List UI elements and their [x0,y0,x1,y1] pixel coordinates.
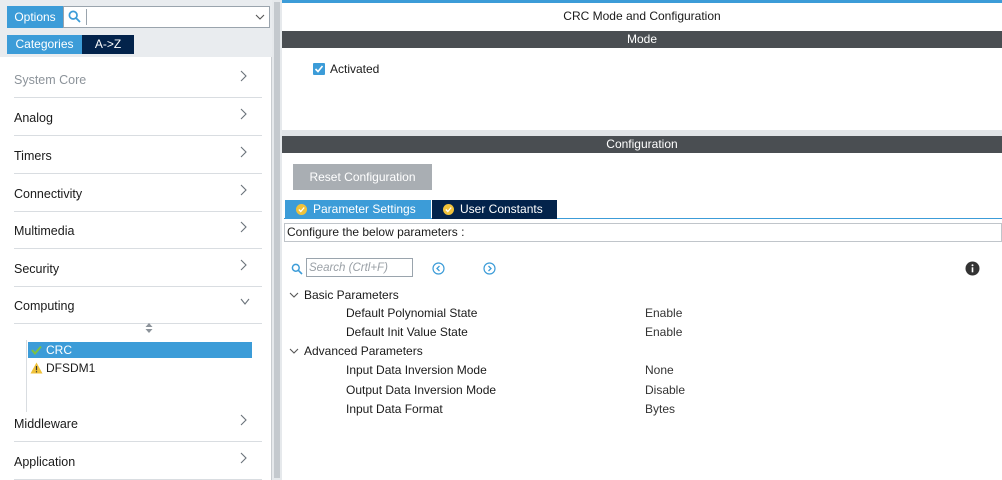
sort-icon[interactable] [144,322,154,334]
search-separator [86,9,87,25]
category-middleware[interactable]: Middleware [14,404,262,442]
left-scrollbar[interactable] [272,0,282,480]
category-label: Analog [14,111,53,125]
parameter-value[interactable]: Disable [645,382,685,398]
tab-label: User Constants [460,202,543,216]
search-input[interactable] [89,8,239,26]
category-multimedia[interactable]: Multimedia [14,211,262,249]
check-icon [314,65,324,73]
parameter-row[interactable]: Output Data Inversion Mode Disable [346,382,946,398]
check-icon [31,345,42,355]
chevron-right-icon [240,108,250,122]
chevron-down-icon [289,348,299,354]
status-ok-icon [443,204,454,215]
parameter-row[interactable]: Default Init Value State Enable [346,324,946,340]
tab-categories[interactable]: Categories [7,35,82,54]
group-label: Basic Parameters [304,288,399,302]
category-label: Timers [14,149,52,163]
parameter-value[interactable]: Enable [645,324,682,340]
parameter-name: Output Data Inversion Mode [346,383,497,397]
categories-panel: Options Categories A->Z System Core Anal… [0,0,272,480]
chevron-down-icon[interactable] [255,12,265,22]
chevron-right-icon [240,70,250,84]
category-connectivity[interactable]: Connectivity [14,174,262,212]
config-tabs: Parameter Settings User Constants [284,200,1002,219]
category-application[interactable]: Application [14,442,262,480]
peripheral-item-crc[interactable]: CRC [28,342,252,358]
search-icon [291,263,303,275]
parameter-search-field[interactable] [306,258,413,277]
category-timers[interactable]: Timers [14,136,262,174]
activated-label[interactable]: Activated [330,62,379,76]
category-label: Multimedia [14,224,75,238]
chevron-right-icon [240,414,250,428]
parameter-name: Input Data Format [346,402,443,416]
reset-configuration-button[interactable]: Reset Configuration [293,164,432,190]
category-security[interactable]: Security [14,249,262,287]
parameter-search-input[interactable] [307,259,412,276]
category-label: Middleware [14,417,78,431]
group-advanced-parameters[interactable]: Advanced Parameters [289,343,423,359]
group-label: Advanced Parameters [304,344,423,358]
parameter-name: Default Init Value State [346,325,468,339]
chevron-down-icon [240,298,250,312]
peripheral-label: CRC [46,343,72,357]
parameter-value[interactable]: Bytes [645,401,675,417]
chevron-right-icon [240,146,250,160]
configure-hint: Configure the below parameters : [284,223,1002,242]
chevron-right-icon [240,452,250,466]
category-computing[interactable]: Computing [14,286,262,324]
parameter-row[interactable]: Default Polynomial State Enable [346,305,946,321]
list-frame [26,340,27,412]
peripheral-item-dfsdm1[interactable]: DFSDM1 [28,360,252,376]
peripheral-label: DFSDM1 [46,361,96,375]
search-icon [68,10,81,23]
previous-match-icon[interactable] [432,262,445,275]
chevron-right-icon [240,259,250,273]
chevron-right-icon [240,184,250,198]
page-title: CRC Mode and Configuration [282,3,1002,30]
parameter-row[interactable]: Input Data Format Bytes [346,401,946,417]
tab-label: Parameter Settings [313,202,416,216]
warning-icon [30,362,43,374]
mode-section: Activated [282,48,1002,130]
parameter-name: Default Polynomial State [346,306,478,320]
parameter-row[interactable]: Input Data Inversion Mode None [346,362,946,378]
mode-header: Mode [282,31,1002,48]
next-match-icon[interactable] [483,262,496,275]
category-label: Security [14,262,60,276]
tab-parameter-settings[interactable]: Parameter Settings [285,200,431,219]
parameter-value[interactable]: Enable [645,305,682,321]
category-analog[interactable]: Analog [14,98,262,136]
search-field[interactable] [63,6,270,28]
chevron-right-icon [240,221,250,235]
category-system-core[interactable]: System Core [14,60,262,98]
options-button[interactable]: Options [7,6,63,28]
activated-checkbox[interactable] [313,63,325,75]
category-label: Connectivity [14,187,83,201]
tab-user-constants[interactable]: User Constants [432,200,557,219]
scrollbar-thumb[interactable] [274,2,280,478]
parameter-value[interactable]: None [645,362,674,378]
tab-a-to-z[interactable]: A->Z [82,35,134,54]
category-label: Application [14,455,76,469]
configuration-header: Configuration [282,136,1002,153]
left-toolbar: Options Categories A->Z [0,0,272,57]
category-label: Computing [14,299,75,313]
category-label: System Core [14,73,87,87]
group-basic-parameters[interactable]: Basic Parameters [289,287,399,303]
parameter-name: Input Data Inversion Mode [346,363,487,377]
chevron-down-icon [289,292,299,298]
status-ok-icon [296,204,307,215]
info-icon[interactable] [965,261,980,276]
